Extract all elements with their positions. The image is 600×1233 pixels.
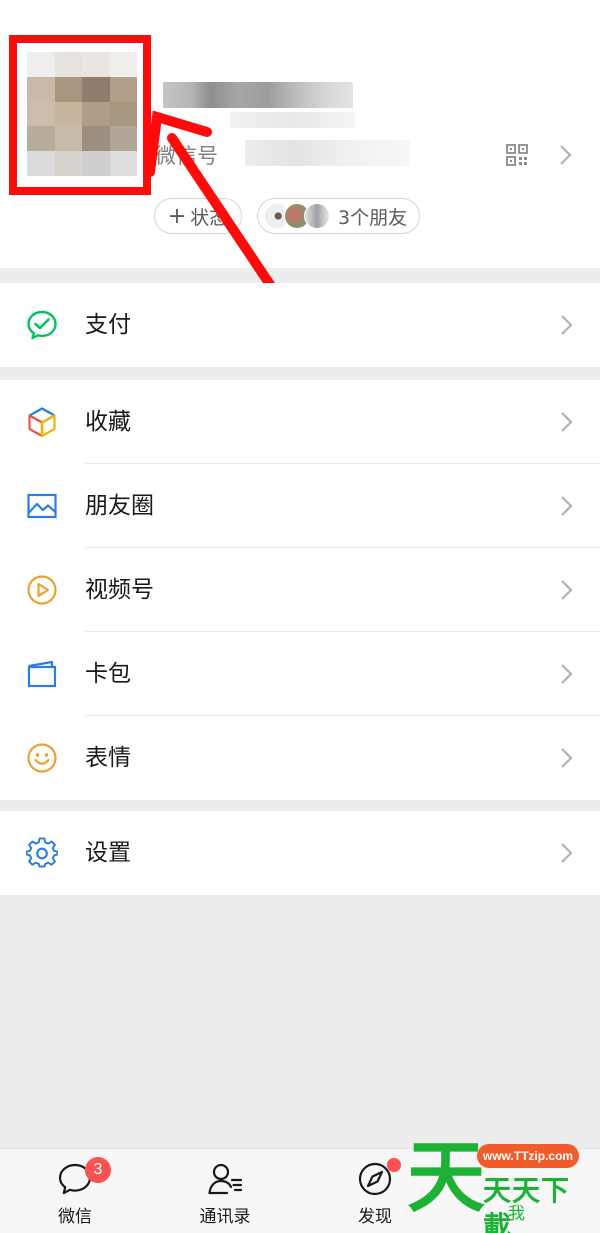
menu-group-pay: 支付 — [0, 283, 600, 367]
wechat-id-label: 微信号 — [155, 144, 218, 168]
menu-item-cards-label: 卡包 — [85, 661, 131, 687]
contacts-icon — [208, 1163, 243, 1195]
friend-avatars — [264, 203, 332, 229]
moments-picture-icon — [27, 493, 57, 519]
card-wallet-icon — [27, 660, 57, 688]
chevron-right-icon — [561, 748, 573, 768]
tab-me-label: 我 — [508, 1204, 525, 1224]
tab-contacts[interactable]: 通讯录 — [150, 1149, 300, 1233]
smiley-icon — [27, 743, 57, 773]
menu-item-pay-label: 支付 — [85, 312, 131, 338]
unread-badge: 3 — [85, 1157, 111, 1183]
watermark-url: www.TTzip.com — [477, 1144, 579, 1168]
friends-status-button[interactable]: 3个朋友 — [257, 198, 420, 234]
watermark-big-char: 天 — [407, 1133, 486, 1223]
chevron-right-icon — [561, 412, 573, 432]
wechat-pay-icon — [27, 310, 57, 340]
menu-item-moments[interactable]: 朋友圈 — [0, 464, 600, 548]
menu-item-moments-label: 朋友圈 — [85, 493, 154, 519]
discover-red-dot — [387, 1158, 401, 1172]
avatar-highlight-box — [9, 35, 151, 195]
nickname-blurred-secondary — [230, 112, 355, 128]
menu-item-favorites[interactable]: 收藏 — [0, 380, 600, 464]
menu-item-cards[interactable]: 卡包 — [0, 632, 600, 716]
chevron-right-icon — [561, 315, 573, 335]
menu-item-settings-label: 设置 — [85, 840, 131, 866]
menu-group-settings: 设置 — [0, 811, 600, 895]
nickname-blurred — [163, 82, 353, 108]
menu-item-settings[interactable]: 设置 — [0, 811, 600, 895]
plus-icon: + — [167, 203, 187, 229]
menu-item-pay[interactable]: 支付 — [0, 283, 600, 367]
chevron-right-icon — [561, 580, 573, 600]
favorites-cube-icon — [28, 407, 56, 438]
menu-item-stickers-label: 表情 — [85, 745, 131, 771]
menu-group-main: 收藏 朋友圈 视频号 卡包 表情 — [0, 380, 600, 800]
tab-contacts-label: 通讯录 — [199, 1207, 251, 1227]
chevron-right-icon — [561, 496, 573, 516]
add-status-button[interactable]: + 状态 — [154, 198, 242, 234]
friends-button-label: 3个朋友 — [338, 206, 408, 229]
status-button-label: 状态 — [190, 206, 229, 229]
menu-item-channels-label: 视频号 — [85, 577, 154, 603]
menu-item-favorites-label: 收藏 — [85, 409, 131, 435]
chevron-right-icon[interactable] — [558, 143, 574, 167]
chevron-right-icon — [561, 664, 573, 684]
channels-play-icon — [27, 575, 57, 605]
tab-chats-label: 微信 — [58, 1207, 92, 1227]
watermark-logo: 天 www.TTzip.com 天天下載 我 — [405, 1133, 595, 1233]
wechat-id-value-blurred — [245, 140, 410, 166]
gear-icon — [26, 837, 58, 868]
menu-item-stickers[interactable]: 表情 — [0, 716, 600, 800]
friend-avatar — [304, 203, 330, 229]
chevron-right-icon — [561, 843, 573, 863]
qr-code-icon[interactable] — [506, 144, 528, 166]
tab-chats[interactable]: 3 微信 — [0, 1149, 150, 1233]
profile-header[interactable]: 微信号 + 状态 3个朋友 — [0, 0, 600, 268]
watermark-brand: 天天下載 — [483, 1174, 571, 1233]
menu-item-channels[interactable]: 视频号 — [0, 548, 600, 632]
